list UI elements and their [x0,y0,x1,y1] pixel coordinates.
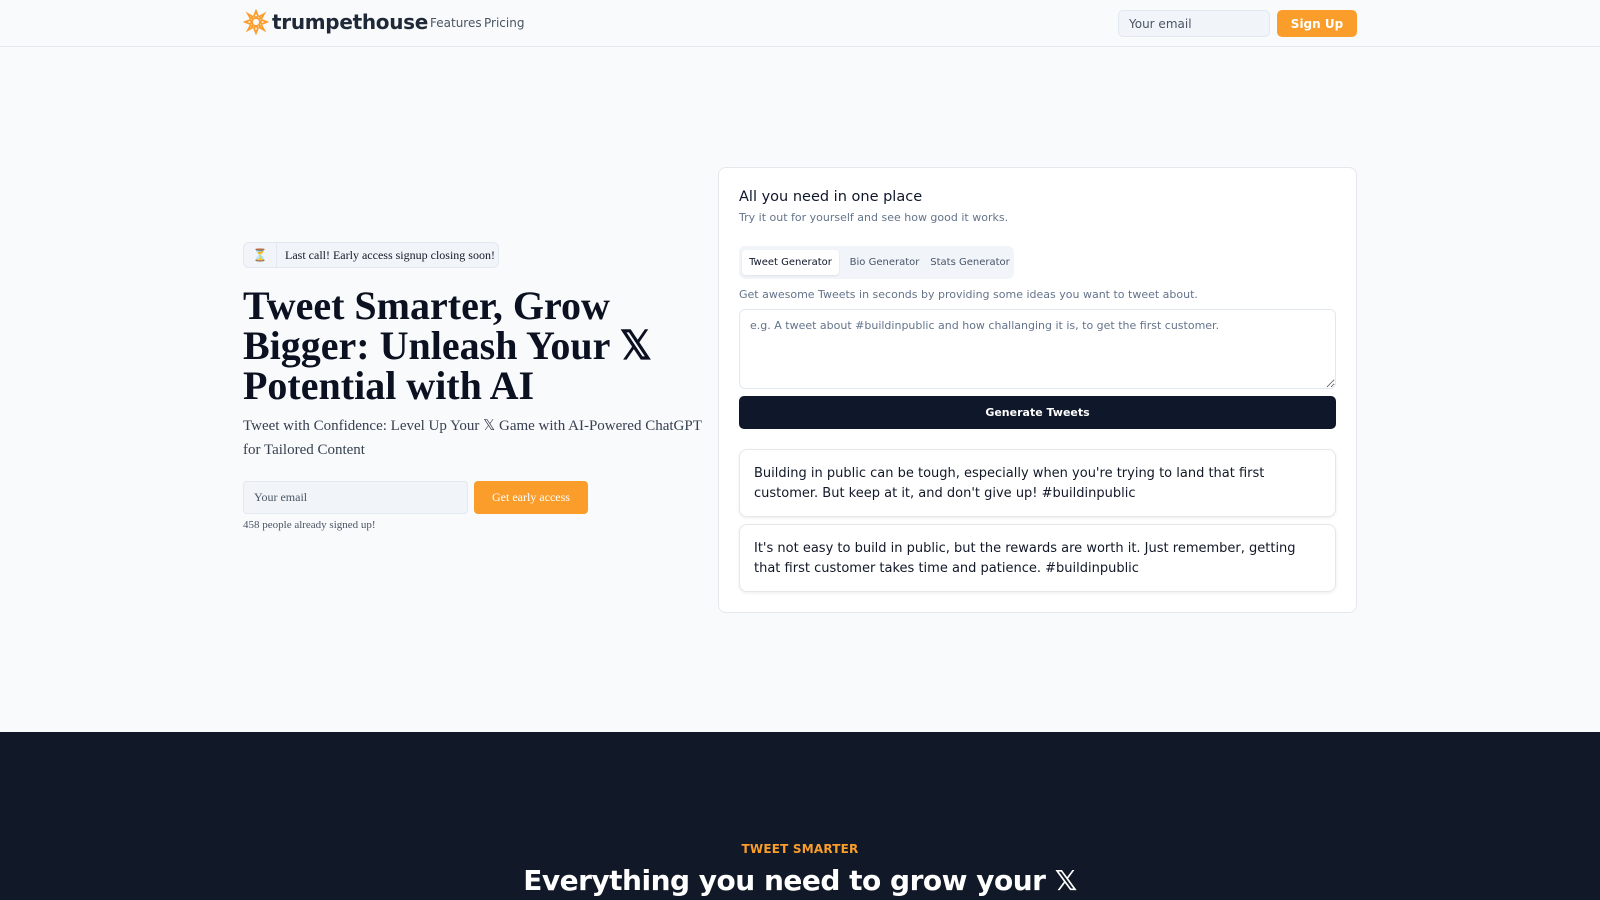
header-email-input[interactable] [1118,10,1270,37]
generated-tweet: Building in public can be tough, especia… [739,449,1336,517]
demo-card: All you need in one place Try it out for… [718,167,1357,613]
features-eyebrow: TWEET SMARTER [741,842,859,856]
tab-stats-generator[interactable]: Stats Generator [929,250,1011,275]
nav-pricing-link[interactable]: Pricing [484,16,524,30]
demo-title: All you need in one place [739,189,923,205]
trumpet-flower-icon [243,9,269,35]
brand-logo[interactable]: trumpethouse [243,9,428,35]
features-title: Everything you need to grow your 𝕏 [523,864,1077,897]
tweet-idea-input[interactable] [739,309,1336,389]
tab-bio-generator[interactable]: Bio Generator [842,250,927,275]
hourglass-icon: ⏳ [244,243,277,267]
announcement-badge: ⏳ Last call! Early access signup closing… [243,242,499,268]
get-early-access-button[interactable]: Get early access [474,481,588,514]
sign-up-button[interactable]: Sign Up [1277,10,1357,37]
nav-features-link[interactable]: Features [430,16,482,30]
brand-name: trumpethouse [272,10,429,34]
generator-description: Get awesome Tweets in seconds by providi… [739,288,1198,301]
generate-tweets-button[interactable]: Generate Tweets [739,396,1336,429]
tab-tweet-generator[interactable]: Tweet Generator [742,250,839,275]
badge-text: Last call! Early access signup closing s… [285,247,495,262]
features-section: TWEET SMARTER Everything you need to gro… [0,732,1600,900]
hero-title: Tweet Smarter, Grow Bigger: Unleash Your… [243,283,652,408]
top-navbar: trumpethouse Features Pricing Sign Up [0,0,1600,47]
generated-tweet: It's not easy to build in public, but th… [739,524,1336,592]
signup-count: 458 people already signed up! [243,519,376,531]
generator-tabs: Tweet Generator Bio Generator Stats Gene… [739,246,1014,279]
hero-subtitle: Tweet with Confidence: Level Up Your 𝕏 G… [243,418,702,458]
hero-email-input[interactable] [243,481,468,514]
demo-subtitle: Try it out for yourself and see how good… [739,211,1009,224]
